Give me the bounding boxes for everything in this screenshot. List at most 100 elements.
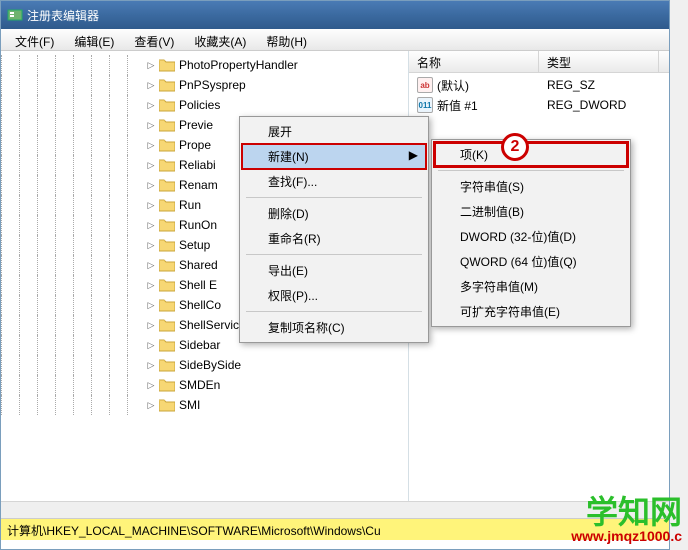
ctx-menu-item[interactable]: 查找(F)... bbox=[242, 169, 426, 194]
tree-item-label: Reliabi bbox=[179, 158, 216, 172]
expander-icon[interactable]: ▷ bbox=[145, 59, 157, 71]
tree-item-label: ShellCo bbox=[179, 298, 221, 312]
expander-icon[interactable]: ▷ bbox=[145, 219, 157, 231]
list-rows: ab(默认)REG_SZ011新值 #1REG_DWORD bbox=[409, 73, 669, 117]
tree-item-label: Previe bbox=[179, 118, 213, 132]
folder-icon bbox=[159, 118, 175, 132]
ctx-menu-item[interactable]: 复制项名称(C) bbox=[242, 315, 426, 340]
tree-item-label: SMDEn bbox=[179, 378, 220, 392]
expander-icon[interactable]: ▷ bbox=[145, 259, 157, 271]
menubar: 文件(F) 编辑(E) 查看(V) 收藏夹(A) 帮助(H) bbox=[1, 29, 669, 51]
ctx-submenu-item[interactable]: DWORD (32-位)值(D) bbox=[434, 224, 628, 249]
expander-icon[interactable]: ▷ bbox=[145, 379, 157, 391]
folder-icon bbox=[159, 258, 175, 272]
ctx-menu-item[interactable]: 新建(N)▶ bbox=[242, 144, 426, 169]
folder-icon bbox=[159, 238, 175, 252]
folder-icon bbox=[159, 278, 175, 292]
ctx-menu-item[interactable]: 导出(E) bbox=[242, 258, 426, 283]
list-header: 名称 类型 bbox=[409, 51, 669, 73]
expander-icon[interactable]: ▷ bbox=[145, 339, 157, 351]
expander-icon[interactable]: ▷ bbox=[145, 319, 157, 331]
value-type: REG_DWORD bbox=[547, 98, 626, 112]
tree-item-label: PnPSysprep bbox=[179, 78, 246, 92]
folder-icon bbox=[159, 378, 175, 392]
expander-icon[interactable]: ▷ bbox=[145, 139, 157, 151]
menu-help[interactable]: 帮助(H) bbox=[256, 31, 317, 48]
menu-edit[interactable]: 编辑(E) bbox=[64, 31, 124, 48]
ctx-submenu-item[interactable]: QWORD (64 位)值(Q) bbox=[434, 249, 628, 274]
h-scrollbar[interactable] bbox=[1, 501, 669, 518]
folder-icon bbox=[159, 98, 175, 112]
folder-icon bbox=[159, 218, 175, 232]
tree-item-label: PhotoPropertyHandler bbox=[179, 58, 298, 72]
folder-icon bbox=[159, 158, 175, 172]
ctx-submenu-item[interactable]: 项(K) bbox=[434, 142, 628, 167]
tree-item-label: Shared bbox=[179, 258, 218, 272]
col-type[interactable]: 类型 bbox=[539, 51, 659, 72]
value-name: (默认) bbox=[437, 77, 469, 94]
menu-favorites[interactable]: 收藏夹(A) bbox=[184, 31, 256, 48]
ctx-menu-item[interactable]: 删除(D) bbox=[242, 201, 426, 226]
ctx-submenu-item[interactable]: 可扩充字符串值(E) bbox=[434, 299, 628, 324]
menu-separator bbox=[246, 254, 422, 255]
expander-icon[interactable]: ▷ bbox=[145, 399, 157, 411]
expander-icon[interactable]: ▷ bbox=[145, 299, 157, 311]
value-row[interactable]: ab(默认) REG_SZ bbox=[409, 75, 669, 95]
value-name: 新值 #1 bbox=[437, 97, 478, 114]
tree-item[interactable]: ▷ PnPSysprep bbox=[1, 75, 408, 95]
folder-icon bbox=[159, 58, 175, 72]
tree-item-label: RunOn bbox=[179, 218, 217, 232]
ctx-submenu-item[interactable]: 二进制值(B) bbox=[434, 199, 628, 224]
folder-icon bbox=[159, 78, 175, 92]
expander-icon[interactable]: ▷ bbox=[145, 179, 157, 191]
watermark-url: www.jmqz1000.c bbox=[571, 528, 682, 544]
statusbar-path: 计算机\HKEY_LOCAL_MACHINE\SOFTWARE\Microsof… bbox=[1, 518, 669, 540]
expander-icon[interactable]: ▷ bbox=[145, 279, 157, 291]
tree-item-label: Policies bbox=[179, 98, 220, 112]
tree-item-label: Renam bbox=[179, 178, 218, 192]
expander-icon[interactable]: ▷ bbox=[145, 239, 157, 251]
tree-item[interactable]: ▷ SMI bbox=[1, 395, 408, 415]
folder-icon bbox=[159, 198, 175, 212]
ctx-expand[interactable]: 展开 bbox=[242, 119, 426, 144]
tree-item-label: Shell E bbox=[179, 278, 217, 292]
ctx-submenu-item[interactable]: 多字符串值(M) bbox=[434, 274, 628, 299]
tree-item-label: Run bbox=[179, 198, 201, 212]
expander-icon[interactable]: ▷ bbox=[145, 159, 157, 171]
menu-separator bbox=[438, 170, 624, 171]
ctx-menu-item[interactable]: 权限(P)... bbox=[242, 283, 426, 308]
expander-icon[interactable]: ▷ bbox=[145, 119, 157, 131]
folder-icon bbox=[159, 358, 175, 372]
tree-item[interactable]: ▷ SMDEn bbox=[1, 375, 408, 395]
tree-item[interactable]: ▷ Policies bbox=[1, 95, 408, 115]
app-icon bbox=[7, 7, 23, 23]
value-type-icon: ab bbox=[417, 77, 433, 93]
col-name[interactable]: 名称 bbox=[409, 51, 539, 72]
step-badge-2: 2 bbox=[501, 133, 529, 161]
context-menu-main: 展开 新建(N)▶查找(F)... 删除(D)重命名(R) 导出(E)权限(P)..… bbox=[239, 116, 429, 343]
folder-icon bbox=[159, 138, 175, 152]
expander-icon[interactable]: ▷ bbox=[145, 359, 157, 371]
ctx-submenu-item[interactable]: 字符串值(S) bbox=[434, 174, 628, 199]
folder-icon bbox=[159, 178, 175, 192]
tree-item-label: Prope bbox=[179, 138, 211, 152]
tree-item-label: SMI bbox=[179, 398, 200, 412]
tree-item-label: Sidebar bbox=[179, 338, 220, 352]
folder-icon bbox=[159, 398, 175, 412]
folder-icon bbox=[159, 298, 175, 312]
tree-item-label: SideBySide bbox=[179, 358, 241, 372]
folder-icon bbox=[159, 338, 175, 352]
menu-view[interactable]: 查看(V) bbox=[124, 31, 184, 48]
value-row[interactable]: 011新值 #1REG_DWORD bbox=[409, 95, 669, 115]
content-area: ▷ PhotoPropertyHandler ▷ PnPSysprep ▷ Policie… bbox=[1, 51, 669, 501]
expander-icon[interactable]: ▷ bbox=[145, 79, 157, 91]
ctx-menu-item[interactable]: 重命名(R) bbox=[242, 226, 426, 251]
menu-file[interactable]: 文件(F) bbox=[5, 31, 64, 48]
expander-icon[interactable]: ▷ bbox=[145, 99, 157, 111]
titlebar: 注册表编辑器 bbox=[1, 1, 669, 29]
context-submenu-new: 项(K) 字符串值(S)二进制值(B)DWORD (32-位)值(D)QWORD … bbox=[431, 139, 631, 327]
tree-item[interactable]: ▷ SideBySide bbox=[1, 355, 408, 375]
tree-item[interactable]: ▷ PhotoPropertyHandler bbox=[1, 55, 408, 75]
value-type: REG_SZ bbox=[547, 78, 595, 92]
expander-icon[interactable]: ▷ bbox=[145, 199, 157, 211]
